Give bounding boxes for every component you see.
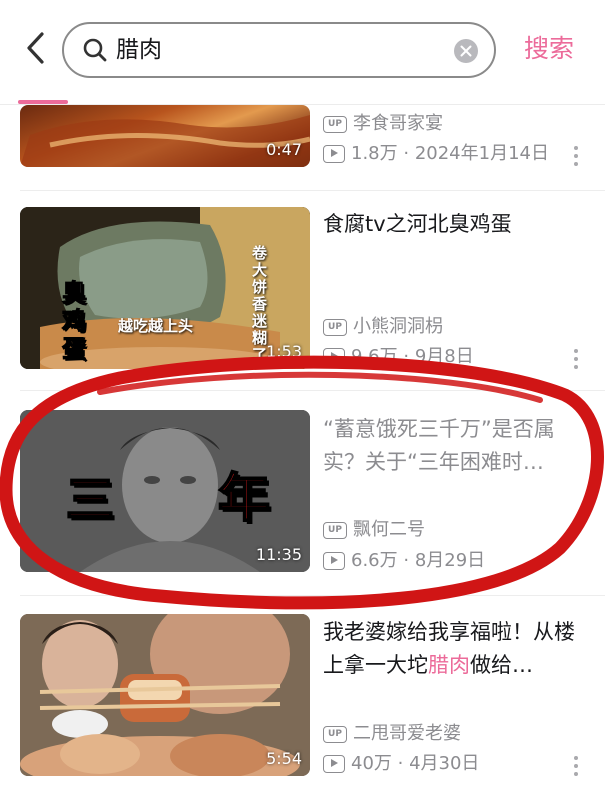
publish-date: 9月8日: [414, 346, 474, 367]
separator: ·: [397, 550, 415, 571]
video-thumbnail[interactable]: 臭鸡蛋 越吃越上头 卷大饼香迷糊了 1:53: [20, 207, 310, 369]
view-count: 40万: [351, 753, 392, 774]
separator: ·: [397, 346, 415, 367]
divider: [20, 190, 605, 191]
publish-date: 8月29日: [414, 550, 486, 571]
play-count-icon: [323, 145, 345, 163]
divider: [20, 595, 605, 596]
chevron-left-icon: [27, 32, 44, 64]
video-duration: 11:35: [255, 545, 302, 564]
video-thumbnail[interactable]: 三 年 11:35: [20, 410, 310, 572]
play-count-icon: [323, 552, 345, 570]
view-count: 9.6万: [351, 346, 398, 367]
more-options-icon[interactable]: [574, 349, 580, 373]
play-count-icon: [323, 348, 345, 366]
uploader-name: 飘何二号: [353, 519, 425, 540]
video-title[interactable]: “蓄意饿死三千万”是否属实？关于“三年困难时…: [323, 413, 588, 479]
uploader-row[interactable]: UP 二甩哥爱老婆: [323, 721, 461, 747]
view-count: 6.6万: [351, 550, 398, 571]
up-badge-icon: UP: [323, 521, 347, 539]
back-button[interactable]: [18, 28, 58, 72]
separator: ·: [391, 753, 410, 774]
publish-date: 4月30日: [409, 753, 480, 774]
video-thumbnail[interactable]: 0:47: [20, 105, 310, 167]
thumb-caption-left: 臭鸡蛋: [62, 279, 87, 364]
thumb-char-left: 三: [65, 471, 115, 529]
search-query: 腊肉: [116, 37, 162, 63]
up-badge-icon: UP: [323, 115, 347, 133]
up-badge-icon: UP: [323, 725, 347, 743]
uploader-name: 李食哥家宴: [353, 113, 443, 134]
play-count-icon: [323, 755, 345, 773]
more-options-icon[interactable]: [574, 756, 580, 780]
separator: ·: [397, 143, 415, 164]
thumb-char-right: 年: [217, 468, 271, 530]
uploader-name: 小熊洞洞枴: [353, 316, 443, 337]
publish-date: 2024年1月14日: [414, 143, 549, 164]
search-header: 腊肉 搜索: [0, 0, 605, 100]
video-duration: 0:47: [266, 140, 302, 159]
stats-row: 1.8万 · 2024年1月14日: [323, 141, 549, 167]
stats-row: 6.6万 · 8月29日: [323, 548, 485, 574]
search-input[interactable]: 腊肉: [62, 22, 496, 78]
video-duration: 1:53: [266, 342, 302, 361]
video-duration: 5:54: [266, 749, 302, 768]
video-title[interactable]: 我老婆嫁给我享福啦！从楼上拿一大坨腊肉做给…: [323, 616, 588, 682]
search-icon: [83, 38, 107, 62]
video-thumbnail[interactable]: 5:54: [20, 614, 310, 776]
title-text-end: 做给…: [470, 653, 533, 677]
uploader-row[interactable]: UP 李食哥家宴: [323, 111, 443, 137]
uploader-row[interactable]: UP 飘何二号: [323, 517, 425, 543]
video-title[interactable]: 食腐tv之河北臭鸡蛋: [323, 208, 588, 241]
clear-icon[interactable]: [454, 39, 478, 63]
search-button[interactable]: 搜索: [524, 32, 574, 66]
thumb-caption-mid: 越吃越上头: [118, 317, 194, 335]
divider: [20, 390, 605, 391]
uploader-row[interactable]: UP 小熊洞洞枴: [323, 314, 443, 340]
uploader-name: 二甩哥爱老婆: [353, 723, 461, 744]
view-count: 1.8万: [351, 143, 398, 164]
stats-row: 40万 · 4月30日: [323, 751, 479, 777]
stats-row: 9.6万 · 9月8日: [323, 344, 474, 370]
more-options-icon[interactable]: [574, 146, 580, 170]
title-keyword-highlight: 腊肉: [428, 653, 470, 677]
up-badge-icon: UP: [323, 318, 347, 336]
